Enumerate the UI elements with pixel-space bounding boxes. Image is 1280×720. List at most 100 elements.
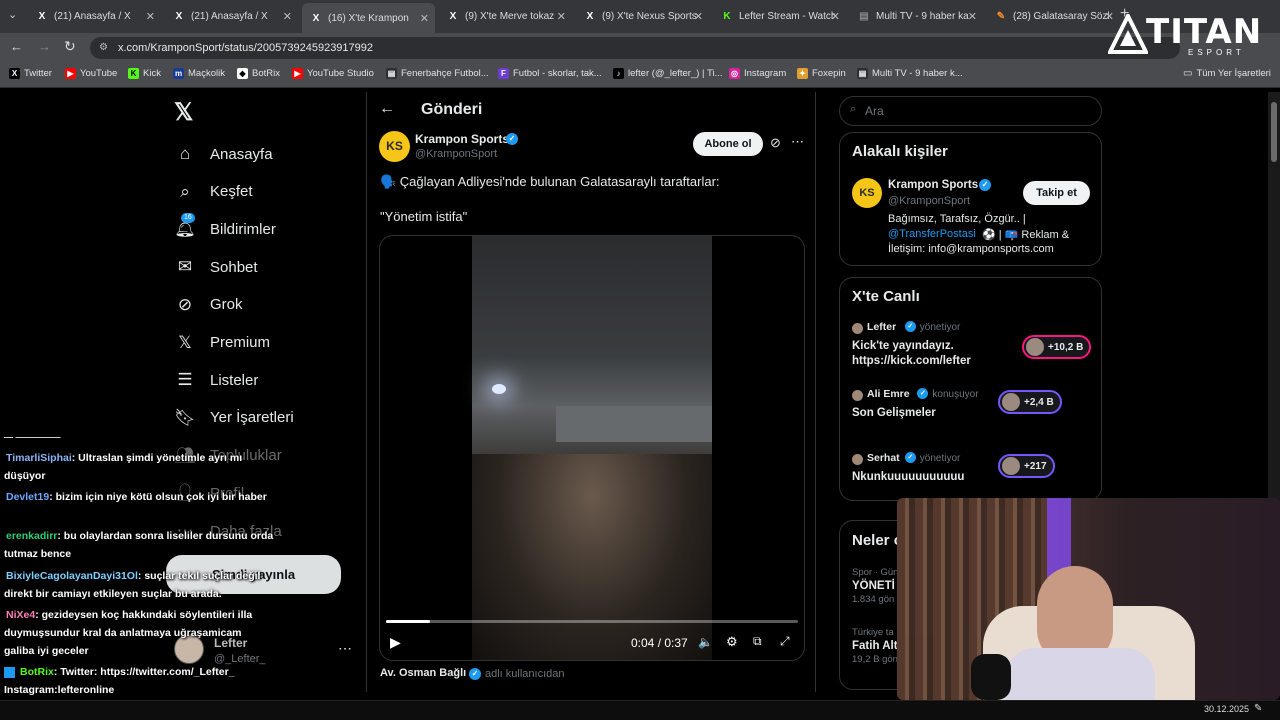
home-icon: ⌂ [179, 144, 191, 163]
bookmark-label: Multi TV - 9 haber k... [872, 68, 963, 79]
scrollbar-thumb[interactable] [1271, 102, 1277, 162]
bookmark-item[interactable]: ✦ Foxepin [797, 68, 846, 79]
listener-count: +217 [1024, 461, 1047, 472]
bookmark-item[interactable]: F Futbol - skorlar, tak... [498, 68, 602, 79]
grok-icon[interactable]: ⊘ [770, 135, 781, 151]
browser-tab[interactable]: K Lefter Stream - Watch ✕ [713, 5, 846, 27]
live-space-item[interactable]: Ali Emre ✓ konuşuyor Son Gelişmeler +2,4 B [852, 388, 1092, 448]
related-name[interactable]: Krampon Sports [888, 179, 978, 191]
tab-close-icon[interactable]: ✕ [831, 10, 840, 23]
space-title: Son Gelişmeler [852, 407, 936, 419]
tab-close-icon[interactable]: ✕ [283, 10, 292, 23]
tab-close-icon[interactable]: ✕ [694, 10, 703, 23]
volume-icon[interactable]: 🔈 [698, 635, 713, 649]
tab-title: (9) X'te Nexus Sports [602, 10, 697, 22]
browser-tab[interactable]: X (9) X'te Merve tokaz ✕ [439, 5, 572, 27]
mention-name[interactable]: Av. Osman Bağlı [380, 667, 466, 679]
bookmark-icon: K [128, 68, 139, 79]
post-column: ← Gönderi KS Krampon Sports ✓ @KramponSp… [366, 92, 816, 692]
bookmark-item[interactable]: ◆ BotRix [237, 68, 280, 79]
listener-count-pill[interactable]: +10,2 B [1022, 335, 1092, 359]
more-icon[interactable]: ⋯ [338, 640, 352, 657]
related-handle[interactable]: @KramponSport [888, 195, 970, 207]
play-icon[interactable]: ▶ [390, 634, 401, 651]
crowd-shape [472, 454, 712, 660]
bookmark-item[interactable]: ▤ Multi TV - 9 haber k... [857, 68, 963, 79]
titan-brand-text: TITAN [1146, 12, 1263, 52]
listener-count-pill[interactable]: +2,4 B [998, 390, 1062, 414]
chat-message: TimarliSiphai: Ultraslan şimdi yönetimle… [4, 449, 274, 485]
back-icon[interactable]: ← [10, 39, 23, 54]
browser-tab[interactable]: X (21) Anasayfa / X ✕ [28, 5, 161, 27]
search-box[interactable]: ⌕ Ara [839, 96, 1102, 126]
video-player[interactable]: ▶ 0:04 / 0:37 🔈 ⚙ ⧉ ⤢ [379, 235, 805, 661]
mention-verified-icon: ✓ [469, 668, 481, 680]
bookmark-item[interactable]: ▶ YouTube [65, 68, 117, 79]
host-name: Serhat [867, 452, 900, 464]
microphone [971, 654, 1011, 700]
sidebar-item-mail[interactable]: ✉ Sohbet [174, 256, 258, 278]
listener-count-pill[interactable]: +217 [998, 454, 1055, 478]
sidebar-item-list[interactable]: ☰ Listeler [174, 369, 258, 391]
sidebar-item-search[interactable]: ⌕ Keşfet [174, 181, 252, 203]
bookmark-item[interactable]: ◎ Instagram [729, 68, 786, 79]
browser-tab[interactable]: X (21) Anasayfa / X ✕ [165, 5, 298, 27]
tab-close-icon[interactable]: ✕ [146, 10, 155, 23]
fullscreen-icon[interactable]: ⤢ [780, 634, 790, 649]
notification-badge: 16 [181, 213, 195, 224]
bookmark-item[interactable]: X Twitter [9, 68, 52, 79]
tab-list-chevron-icon[interactable]: ⌄ [8, 8, 17, 21]
site-info-icon[interactable]: ⚙ [99, 37, 108, 59]
bookmark-item[interactable]: ♪ lefter (@_lefter_) | Ti... [613, 68, 722, 79]
author-avatar[interactable]: KS [379, 131, 410, 162]
url-field[interactable]: ⚙ x.com/KramponSport/status/200573924592… [90, 37, 1180, 59]
tab-close-icon[interactable]: ✕ [557, 10, 566, 23]
related-avatar[interactable]: KS [852, 178, 882, 208]
back-arrow-icon[interactable]: ← [379, 100, 395, 118]
sidebar-item-bell[interactable]: 🔔︎ 16 Bildirimler [174, 213, 276, 240]
sidebar-item-home[interactable]: ⌂ Anasayfa [174, 143, 273, 165]
host-name: Lefter [867, 321, 897, 333]
sidebar-item-x-logo[interactable]: 𝕏 Premium [174, 332, 270, 354]
author-handle[interactable]: @KramponSport [415, 148, 497, 160]
bookmark-item[interactable]: ▶ YouTube Studio [292, 68, 374, 79]
reload-icon[interactable]: ↻ [64, 38, 76, 55]
grok-icon: ⊘ [177, 294, 193, 314]
browser-tab[interactable]: ✎ (28) Galatasaray Sözlü ✕ [987, 5, 1120, 27]
bookmarks-bar: X Twitter ▶ YouTube K Kick m Maçkolik ◆ BotRix ▶ Yo… [0, 63, 1280, 88]
bookmark-item[interactable]: m Maçkolik [173, 68, 225, 79]
author-name[interactable]: Krampon Sports [415, 132, 509, 146]
tab-close-icon[interactable]: ✕ [968, 10, 977, 23]
pip-icon[interactable]: ⧉ [753, 634, 762, 649]
forward-icon[interactable]: → [38, 39, 51, 54]
host-role: yönetiyor [919, 453, 961, 464]
bookmark-item[interactable]: K Kick [128, 68, 161, 79]
bookmark-item[interactable]: ▤ Fenerbahçe Futbol... [386, 68, 489, 79]
browser-tab[interactable]: X (9) X'te Nexus Sports ✕ [576, 5, 709, 27]
settings-icon[interactable]: ⚙ [726, 634, 738, 650]
host-role: konuşuyor [932, 389, 979, 400]
related-bio-line3: İletişim: info@kramponsports.com [888, 243, 1054, 255]
host-avatar [852, 390, 863, 401]
follow-button[interactable]: Takip et [1023, 181, 1090, 205]
sidebar-item-label: Anasayfa [210, 145, 273, 163]
post-text-line2: "Yönetim istifa" [380, 209, 468, 224]
video-progress-track[interactable] [386, 620, 798, 623]
subscribe-button[interactable]: Abone ol [693, 132, 763, 156]
post-more-icon[interactable]: ⋯ [791, 134, 804, 150]
related-bio-link[interactable]: @TransferPostasi [888, 228, 976, 240]
host-avatar [852, 323, 863, 334]
all-bookmarks-folder[interactable]: ▭ Tüm Yer İşaretleri [1183, 68, 1271, 79]
tab-close-icon[interactable]: ✕ [420, 12, 429, 25]
x-logo-icon[interactable]: 𝕏 [174, 98, 193, 127]
bookmark-icon: ♪ [613, 68, 624, 79]
listener-count: +2,4 B [1024, 397, 1054, 408]
sidebar-item-grok[interactable]: ⊘ Grok [174, 294, 243, 316]
sidebar-item-bookmark[interactable]: 🔖︎ Yer İşaretleri [174, 407, 293, 429]
chat-username: TimarliSiphai [6, 452, 72, 464]
live-space-item[interactable]: Lefter ✓ yönetiyor Kick'te yayındayız. http… [852, 321, 1092, 381]
bookmark-label: Maçkolik [188, 68, 225, 79]
browser-tab[interactable]: X (16) X'te Krampon ✕ [302, 3, 435, 33]
mail-icon: ✉ [177, 257, 193, 277]
browser-tab[interactable]: ▤ Multi TV - 9 haber ka ✕ [850, 5, 983, 27]
